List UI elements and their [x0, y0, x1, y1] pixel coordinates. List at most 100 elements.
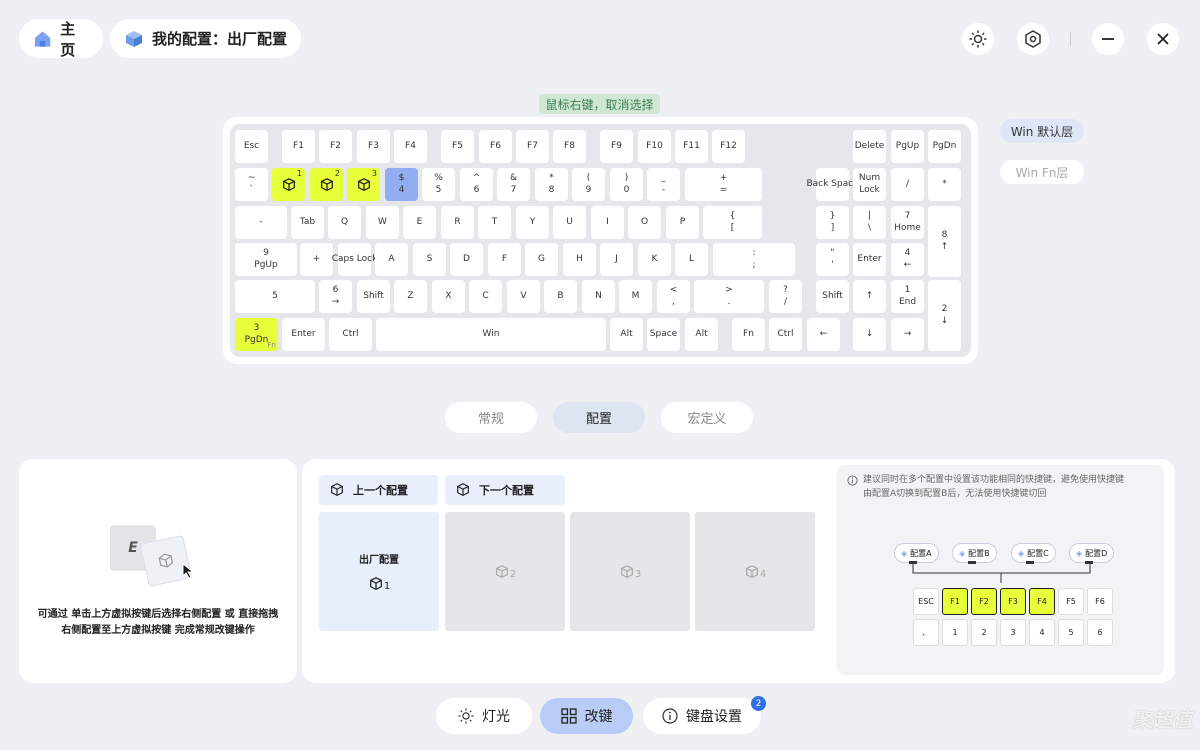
- config-slot-4[interactable]: 4: [695, 512, 815, 631]
- key-49[interactable]: 8 ↑: [928, 206, 961, 277]
- key-81[interactable]: 1 End: [891, 280, 924, 313]
- key-4[interactable]: F4: [394, 130, 427, 163]
- key-52[interactable]: Caps Lock: [332, 243, 377, 276]
- key-47[interactable]: | \: [853, 206, 886, 239]
- key-50[interactable]: 9 PgUp: [235, 243, 297, 276]
- key-54[interactable]: S: [413, 243, 446, 276]
- key-38[interactable]: R: [441, 206, 474, 239]
- key-92[interactable]: ←: [807, 318, 840, 351]
- config-slot-2[interactable]: 2: [445, 512, 565, 631]
- key-51[interactable]: +: [300, 243, 333, 276]
- key-9[interactable]: F9: [600, 130, 633, 163]
- key-15[interactable]: PgDn: [928, 130, 961, 163]
- key-76[interactable]: < ,: [657, 280, 690, 313]
- key-7[interactable]: F7: [516, 130, 549, 163]
- key-28[interactable]: + =: [685, 168, 762, 201]
- key-29[interactable]: Back Space: [806, 168, 859, 201]
- key-45[interactable]: { [: [703, 206, 762, 239]
- key-87[interactable]: Alt: [610, 318, 643, 351]
- key-70[interactable]: X: [432, 280, 465, 313]
- key-61[interactable]: L: [675, 243, 708, 276]
- key-19[interactable]: 3: [347, 168, 380, 201]
- key-24[interactable]: * 8: [535, 168, 568, 201]
- key-10[interactable]: F10: [638, 130, 671, 163]
- key-79[interactable]: Shift: [816, 280, 849, 313]
- key-56[interactable]: F: [488, 243, 521, 276]
- settings-button[interactable]: [1017, 23, 1049, 55]
- key-3[interactable]: F3: [357, 130, 390, 163]
- key-58[interactable]: H: [563, 243, 596, 276]
- key-46[interactable]: } ]: [816, 206, 849, 239]
- key-75[interactable]: M: [619, 280, 652, 313]
- key-33[interactable]: -: [235, 206, 287, 239]
- key-78[interactable]: ? /: [769, 280, 802, 313]
- key-40[interactable]: Y: [516, 206, 549, 239]
- key-35[interactable]: Q: [328, 206, 361, 239]
- key-73[interactable]: B: [544, 280, 577, 313]
- key-84[interactable]: Enter: [282, 318, 325, 351]
- key-12[interactable]: F12: [712, 130, 745, 163]
- key-83[interactable]: 3 PgDn Fn: [235, 318, 278, 351]
- key-13[interactable]: Delete: [853, 130, 886, 163]
- tab-config[interactable]: 配置: [553, 402, 645, 433]
- key-86[interactable]: Win: [376, 318, 606, 351]
- key-16[interactable]: ~ `: [235, 168, 268, 201]
- key-0[interactable]: Esc: [235, 130, 268, 163]
- prev-config-button[interactable]: 上一个配置: [319, 475, 438, 505]
- key-39[interactable]: T: [478, 206, 511, 239]
- key-63[interactable]: " ': [816, 243, 849, 276]
- profile-button[interactable]: 我的配置：出厂配置: [110, 19, 301, 58]
- tab-general[interactable]: 常规: [445, 402, 537, 433]
- key-11[interactable]: F11: [675, 130, 708, 163]
- key-1[interactable]: F1: [282, 130, 315, 163]
- tab-macro[interactable]: 宏定义: [661, 402, 753, 433]
- key-32[interactable]: *: [928, 168, 961, 201]
- key-59[interactable]: J: [600, 243, 633, 276]
- key-30[interactable]: Num Lock: [853, 168, 886, 201]
- key-74[interactable]: N: [582, 280, 615, 313]
- key-42[interactable]: I: [591, 206, 624, 239]
- key-43[interactable]: O: [628, 206, 661, 239]
- key-68[interactable]: Shift: [357, 280, 390, 313]
- next-config-button[interactable]: 下一个配置: [445, 475, 565, 505]
- key-72[interactable]: V: [507, 280, 540, 313]
- key-80[interactable]: ↑: [853, 280, 886, 313]
- key-20[interactable]: $ 4: [385, 168, 418, 201]
- key-85[interactable]: Ctrl: [329, 318, 372, 351]
- key-2[interactable]: F2: [319, 130, 352, 163]
- layer-fn-button[interactable]: Win Fn层: [1000, 160, 1084, 184]
- brightness-button[interactable]: [962, 23, 994, 55]
- key-5[interactable]: F5: [441, 130, 474, 163]
- key-82[interactable]: 2 ↓: [928, 280, 961, 351]
- key-8[interactable]: F8: [553, 130, 586, 163]
- key-88[interactable]: Space: [647, 318, 680, 351]
- key-91[interactable]: Ctrl: [769, 318, 802, 351]
- key-64[interactable]: Enter: [853, 243, 886, 276]
- key-67[interactable]: 6 →: [319, 280, 352, 313]
- key-26[interactable]: ) 0: [610, 168, 643, 201]
- key-90[interactable]: Fn: [732, 318, 765, 351]
- nav-remap-button[interactable]: 改键: [540, 698, 633, 734]
- key-62[interactable]: : ;: [713, 243, 795, 276]
- key-31[interactable]: /: [891, 168, 924, 201]
- key-27[interactable]: _ -: [647, 168, 680, 201]
- key-66[interactable]: 5: [235, 280, 315, 313]
- key-93[interactable]: ↓: [853, 318, 886, 351]
- key-23[interactable]: & 7: [497, 168, 530, 201]
- key-22[interactable]: ^ 6: [460, 168, 493, 201]
- key-14[interactable]: PgUp: [891, 130, 924, 163]
- key-48[interactable]: 7 Home: [891, 206, 924, 239]
- key-57[interactable]: G: [525, 243, 558, 276]
- key-71[interactable]: C: [469, 280, 502, 313]
- key-69[interactable]: Z: [394, 280, 427, 313]
- key-37[interactable]: E: [403, 206, 436, 239]
- key-44[interactable]: P: [666, 206, 699, 239]
- key-53[interactable]: A: [375, 243, 408, 276]
- key-18[interactable]: 2: [310, 168, 343, 201]
- key-6[interactable]: F6: [479, 130, 512, 163]
- config-slot-1[interactable]: 出厂配置 1: [319, 512, 439, 631]
- close-button[interactable]: [1147, 23, 1179, 55]
- key-21[interactable]: % 5: [422, 168, 455, 201]
- key-94[interactable]: →: [891, 318, 924, 351]
- key-65[interactable]: 4 ←: [891, 243, 924, 276]
